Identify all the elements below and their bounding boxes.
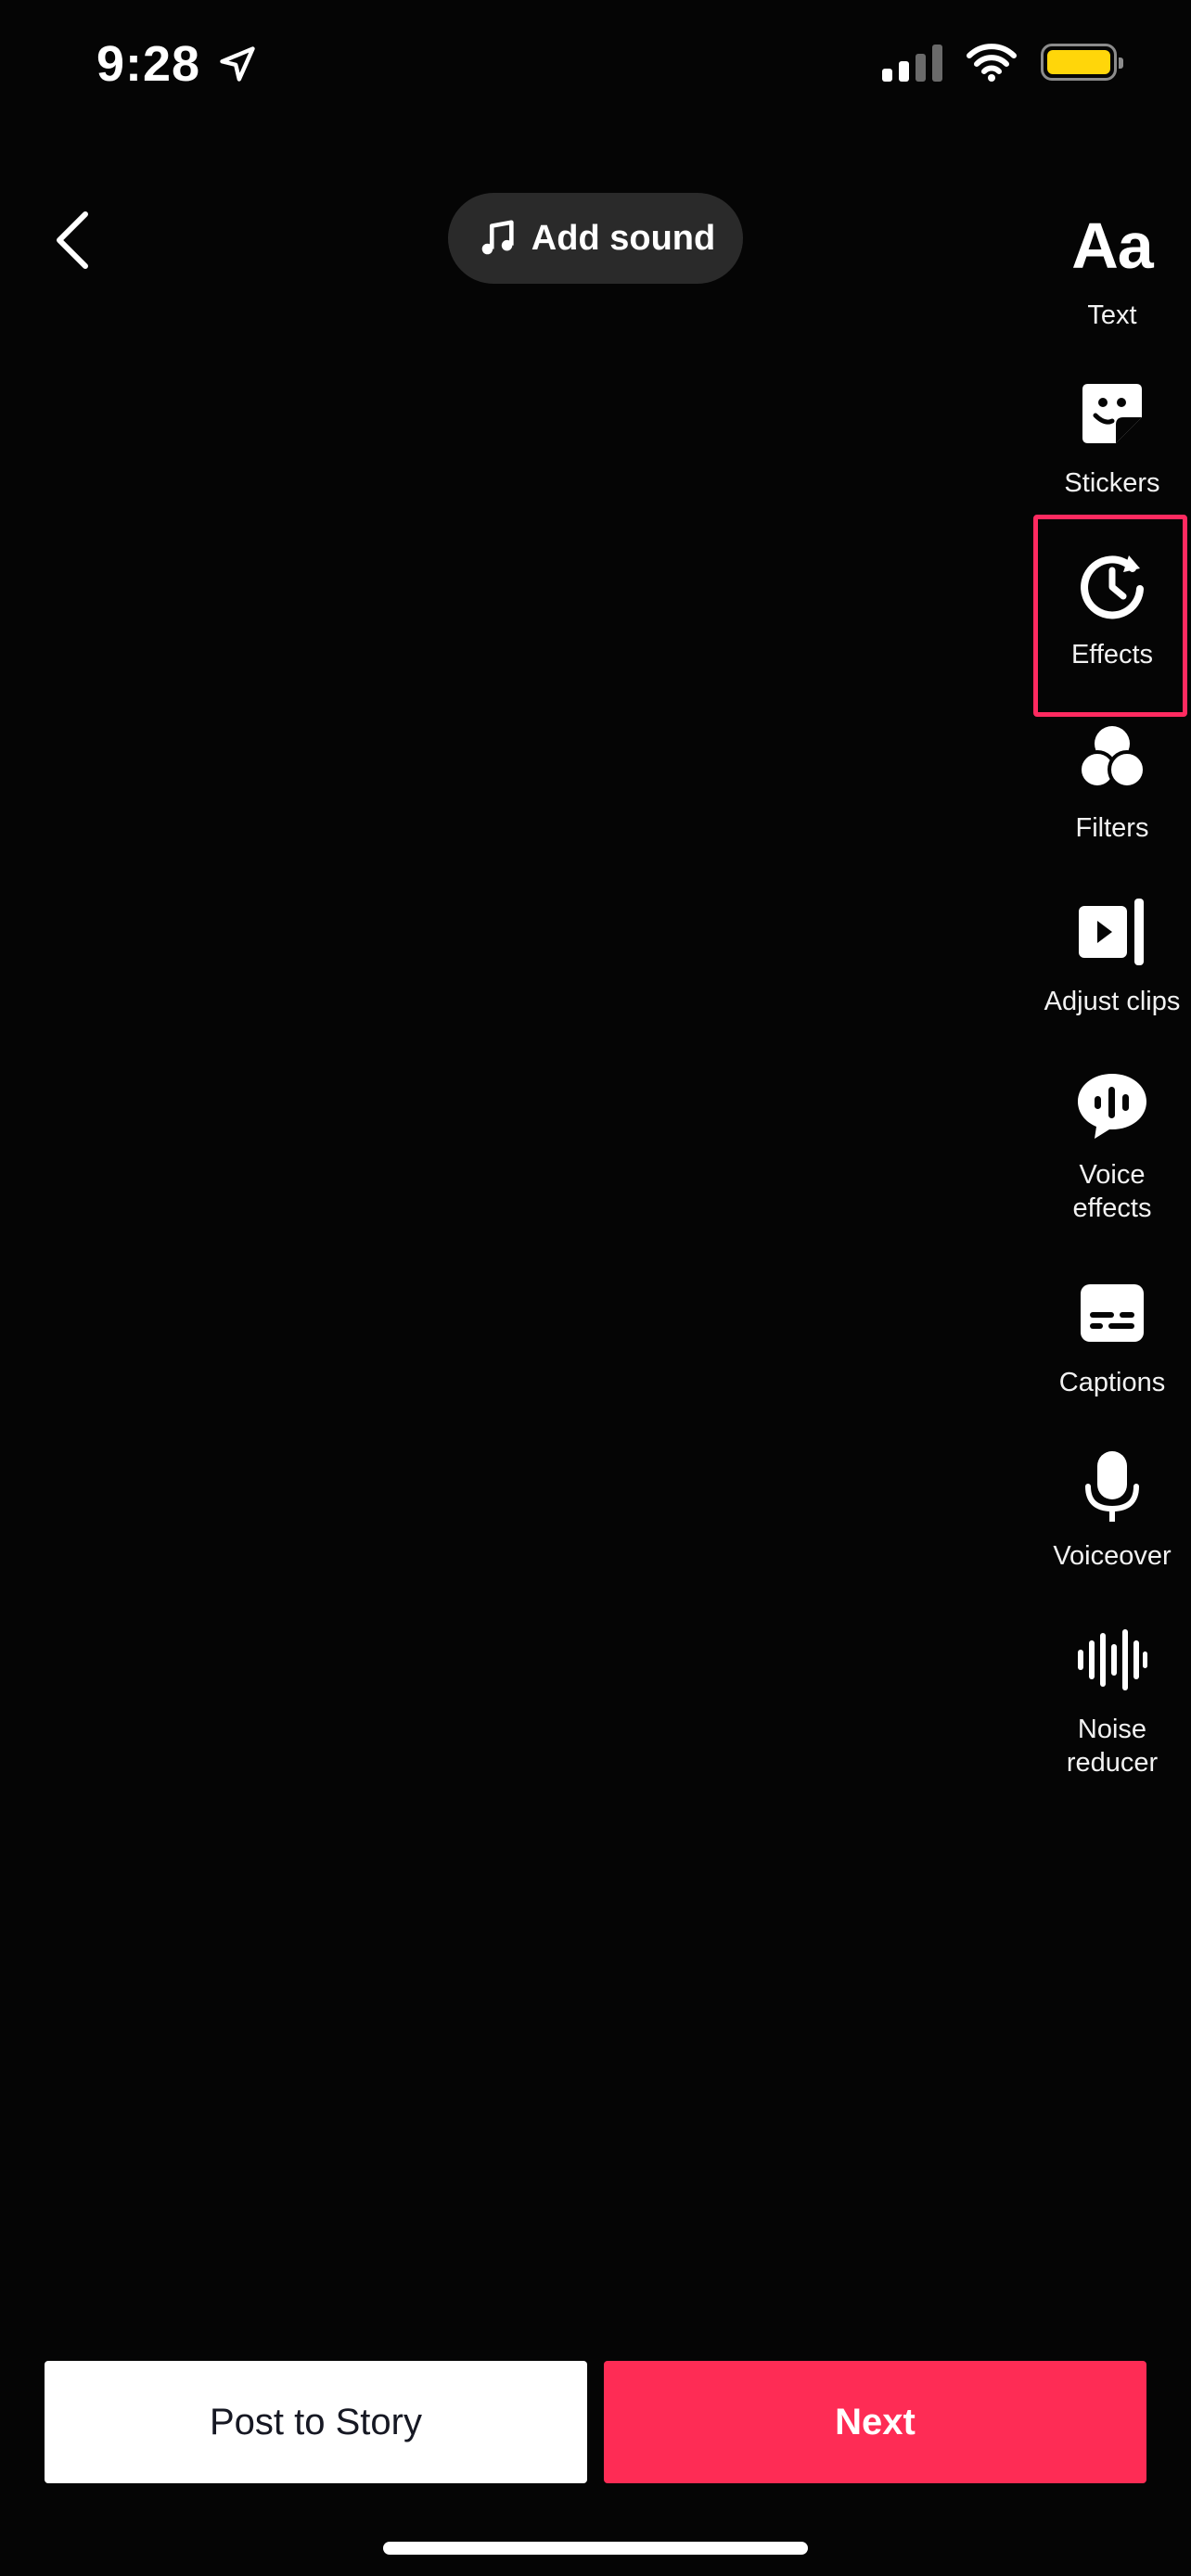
tool-filters[interactable]: Filters bbox=[1031, 721, 1191, 845]
tool-captions-label: Captions bbox=[1058, 1368, 1166, 1397]
chevron-left-icon bbox=[57, 211, 88, 269]
text-aa-icon: Aa bbox=[1071, 210, 1153, 282]
tool-adjust-clips[interactable]: Adjust clips bbox=[1031, 894, 1191, 1018]
captions-icon bbox=[1079, 1275, 1146, 1351]
post-to-story-button[interactable]: Post to Story bbox=[45, 2361, 587, 2483]
add-sound-label: Add sound bbox=[531, 218, 716, 258]
tool-stickers[interactable]: Stickers bbox=[1031, 376, 1191, 500]
status-time: 9:28 bbox=[96, 35, 258, 93]
filters-circles-icon bbox=[1075, 721, 1149, 797]
tool-voiceover[interactable]: Voiceover bbox=[1031, 1448, 1191, 1573]
wifi-icon bbox=[967, 44, 1017, 82]
tool-captions[interactable]: Captions bbox=[1031, 1275, 1191, 1399]
battery-icon bbox=[1041, 44, 1123, 81]
microphone-icon bbox=[1082, 1448, 1142, 1524]
status-indicators bbox=[882, 43, 1123, 82]
tool-noise-reducer-label: Noise reducer bbox=[1066, 1715, 1159, 1778]
tool-text-label: Text bbox=[1087, 300, 1137, 330]
tool-filters-label: Filters bbox=[1075, 813, 1149, 843]
sticker-icon bbox=[1079, 376, 1146, 452]
noise-reducer-icon bbox=[1076, 1622, 1148, 1698]
music-note-icon bbox=[481, 220, 514, 255]
location-arrow-icon bbox=[220, 46, 255, 82]
next-button[interactable]: Next bbox=[604, 2361, 1146, 2483]
tool-effects[interactable]: Effects bbox=[1031, 547, 1191, 671]
home-indicator[interactable] bbox=[383, 2542, 808, 2555]
clock-text: 9:28 bbox=[96, 36, 201, 92]
tool-text[interactable]: Aa Text bbox=[1031, 208, 1191, 332]
tool-effects-label: Effects bbox=[1070, 640, 1154, 670]
voice-effects-icon bbox=[1074, 1067, 1150, 1143]
tool-voice-effects-label: Voice effects bbox=[1072, 1160, 1152, 1223]
tool-adjust-clips-label: Adjust clips bbox=[1044, 987, 1181, 1016]
adjust-clips-icon bbox=[1075, 894, 1149, 970]
back-button[interactable] bbox=[43, 206, 102, 274]
tool-noise-reducer[interactable]: Noise reducer bbox=[1031, 1622, 1191, 1779]
cellular-signal-icon bbox=[882, 43, 942, 82]
tool-voiceover-label: Voiceover bbox=[1053, 1541, 1172, 1571]
tool-stickers-label: Stickers bbox=[1064, 468, 1160, 498]
effects-clock-icon bbox=[1075, 547, 1149, 623]
tool-voice-effects[interactable]: Voice effects bbox=[1031, 1067, 1191, 1225]
add-sound-button[interactable]: Add sound bbox=[448, 193, 743, 284]
